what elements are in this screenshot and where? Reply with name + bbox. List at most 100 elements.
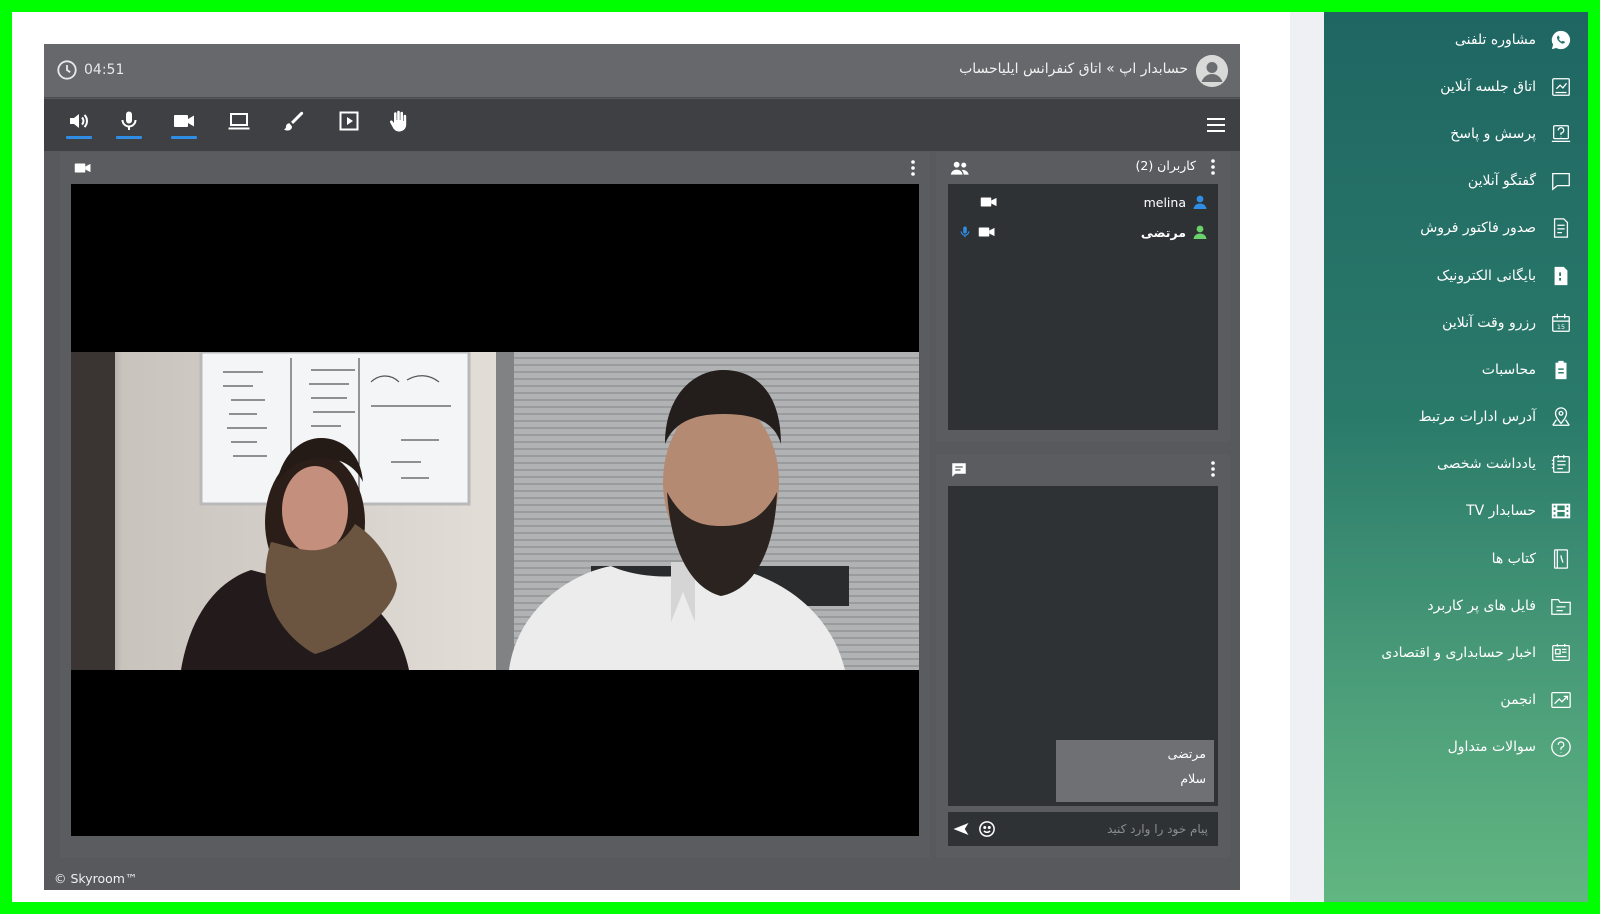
message-text: سلام bbox=[1180, 771, 1206, 786]
users-panel: کاربران (2) melina مرتضی bbox=[936, 152, 1230, 442]
timer-value: 04:51 bbox=[84, 62, 125, 78]
sidebar-item-phone-consultation[interactable]: مشاوره تلفنی bbox=[1324, 16, 1588, 63]
hand-icon bbox=[390, 110, 407, 132]
sidebar-item-forum[interactable]: انجمن bbox=[1324, 677, 1588, 724]
sidebar-item-label: آدرس ادارات مرتبط bbox=[1418, 409, 1536, 426]
users-icon bbox=[950, 161, 969, 175]
sidebar-item-label: کتاب ها bbox=[1491, 550, 1536, 567]
speaker-button[interactable] bbox=[64, 109, 94, 141]
video-panel-header bbox=[60, 152, 930, 184]
user-avatar[interactable] bbox=[1196, 55, 1228, 87]
video-camera-icon bbox=[174, 115, 194, 127]
sidebar-item-questions[interactable]: پرسش و پاسخ bbox=[1324, 110, 1588, 157]
sidebar-item-label: اخبار حسابداری و اقتصادی bbox=[1381, 645, 1536, 662]
camera-button[interactable] bbox=[169, 109, 199, 141]
users-panel-options-icon[interactable] bbox=[1210, 158, 1216, 176]
sidebar-item-label: صدور فاکتور فروش bbox=[1420, 220, 1536, 237]
sidebar-item-label: بایگانی الکترونیک bbox=[1436, 267, 1536, 284]
news-icon bbox=[1552, 643, 1570, 662]
menu-button[interactable] bbox=[1204, 113, 1228, 137]
hamburger-icon bbox=[1207, 118, 1225, 132]
video-panel bbox=[60, 152, 930, 858]
video-camera-icon bbox=[74, 163, 91, 173]
laptop-icon bbox=[228, 113, 250, 130]
sidebar-item-books[interactable]: کتاب ها bbox=[1324, 535, 1588, 582]
whatsapp-icon bbox=[1551, 30, 1571, 49]
sidebar-item-appointment[interactable]: 15 رزرو وقت آنلاین bbox=[1324, 299, 1588, 346]
chat-input-bar bbox=[948, 812, 1218, 846]
sidebar-item-calculations[interactable]: محاسبات bbox=[1324, 346, 1588, 393]
video-panel-options-icon[interactable] bbox=[910, 159, 916, 177]
session-timer: 04:51 bbox=[56, 59, 124, 81]
sidebar-item-news[interactable]: اخبار حسابداری و اقتصادی bbox=[1324, 629, 1588, 676]
chat-panel-header bbox=[936, 454, 1230, 484]
user-icon bbox=[1193, 195, 1207, 209]
sidebar-item-faq[interactable]: سوالات متداول bbox=[1324, 724, 1588, 771]
chat-panel-options-icon[interactable] bbox=[1210, 460, 1216, 478]
calendar-icon: 15 bbox=[1552, 313, 1570, 332]
sidebar-item-label: پرسش و پاسخ bbox=[1450, 125, 1536, 142]
sidebar-item-online-chat[interactable]: گفتگو آنلاین bbox=[1324, 158, 1588, 205]
chat-icon bbox=[1552, 173, 1570, 191]
whiteboard-button[interactable] bbox=[279, 109, 309, 141]
question-icon bbox=[1551, 737, 1571, 758]
folder-icon bbox=[1551, 598, 1571, 615]
media-play-button[interactable] bbox=[334, 109, 364, 141]
video-screen[interactable] bbox=[71, 184, 919, 836]
user-icon bbox=[1193, 225, 1207, 239]
brush-icon bbox=[284, 111, 304, 131]
conference-header: 04:51 حسابدار اپ » اتاق کنفرانس ایلیاحسا… bbox=[44, 44, 1240, 98]
user-row[interactable]: مرتضی bbox=[958, 220, 1208, 244]
video-feed bbox=[71, 352, 919, 670]
sidebar: مشاوره تلفنی اتاق جلسه آنلاین پرسش و پاس… bbox=[1324, 12, 1588, 902]
send-icon[interactable] bbox=[952, 820, 970, 838]
clock-icon bbox=[57, 60, 77, 80]
room-title: حسابدار اپ » اتاق کنفرانس ایلیاحساب bbox=[959, 61, 1188, 77]
speaker-icon bbox=[70, 114, 88, 128]
film-icon bbox=[1551, 504, 1571, 519]
conference-panel: 04:51 حسابدار اپ » اتاق کنفرانس ایلیاحسا… bbox=[44, 44, 1240, 890]
chat-input[interactable] bbox=[1004, 816, 1208, 842]
chat-icon bbox=[952, 463, 966, 477]
video-camera-icon bbox=[978, 227, 995, 237]
sidebar-item-e-archive[interactable]: بایگانی الکترونیک bbox=[1324, 252, 1588, 299]
message-sender: مرتضی bbox=[1167, 746, 1206, 761]
user-row[interactable]: melina bbox=[958, 190, 1208, 214]
sidebar-item-label: رزرو وقت آنلاین bbox=[1442, 314, 1536, 331]
microphone-button[interactable] bbox=[114, 109, 144, 141]
user-name: مرتضی bbox=[1140, 224, 1186, 240]
screen-share-button[interactable] bbox=[224, 109, 254, 141]
sidebar-item-label: مشاوره تلفنی bbox=[1454, 31, 1536, 48]
sidebar-item-useful-files[interactable]: فایل های پر کاربرد bbox=[1324, 582, 1588, 629]
media-toolbar bbox=[44, 99, 1240, 151]
qa-icon bbox=[1551, 125, 1571, 142]
app-frame: 04:51 حسابدار اپ » اتاق کنفرانس ایلیاحسا… bbox=[12, 12, 1588, 902]
sidebar-item-accountant-tv[interactable]: حسابدار TV bbox=[1324, 488, 1588, 535]
footer-brand: © Skyroom™ bbox=[54, 871, 138, 886]
sidebar-item-label: حسابدار TV bbox=[1466, 503, 1536, 520]
play-box-icon bbox=[339, 111, 359, 131]
sidebar-item-personal-note[interactable]: یادداشت شخصی bbox=[1324, 441, 1588, 488]
sidebar-gutter bbox=[1290, 12, 1324, 902]
sidebar-item-label: اتاق جلسه آنلاین bbox=[1440, 78, 1536, 95]
sidebar-item-label: فایل های پر کاربرد bbox=[1427, 597, 1536, 614]
map-pin-icon bbox=[1552, 407, 1570, 426]
sidebar-item-meeting-room[interactable]: اتاق جلسه آنلاین bbox=[1324, 63, 1588, 110]
chart-icon bbox=[1551, 692, 1571, 709]
chat-message: مرتضی سلام bbox=[1056, 740, 1214, 802]
sidebar-item-offices-address[interactable]: آدرس ادارات مرتبط bbox=[1324, 394, 1588, 441]
sidebar-item-label: انجمن bbox=[1500, 692, 1536, 709]
users-panel-header: کاربران (2) bbox=[936, 152, 1230, 182]
meeting-room-icon bbox=[1552, 77, 1570, 96]
chat-panel: مرتضی سلام bbox=[936, 454, 1230, 858]
sidebar-item-sales-invoice[interactable]: صدور فاکتور فروش bbox=[1324, 205, 1588, 252]
sidebar-item-label: یادداشت شخصی bbox=[1436, 456, 1536, 473]
microphone-icon bbox=[960, 226, 970, 238]
emoji-icon[interactable] bbox=[978, 820, 996, 838]
microphone-icon bbox=[121, 111, 137, 130]
chat-messages: مرتضی سلام bbox=[948, 486, 1218, 806]
sidebar-item-label: گفتگو آنلاین bbox=[1467, 173, 1536, 190]
raise-hand-button[interactable] bbox=[384, 109, 414, 141]
sidebar-item-label: محاسبات bbox=[1481, 361, 1536, 378]
user-name: melina bbox=[1143, 194, 1186, 210]
